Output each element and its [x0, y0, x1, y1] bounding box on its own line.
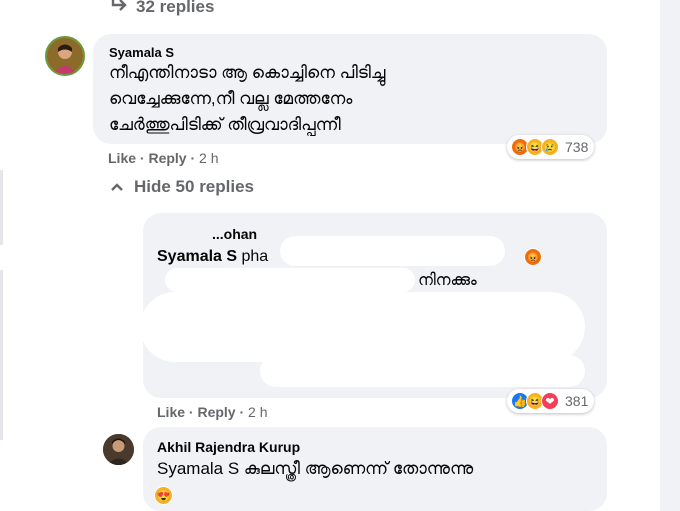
reply-text-fragment: നിനക്കും [418, 272, 477, 289]
left-panel-edge [0, 170, 3, 245]
sad-reaction-icon: 😢 [541, 138, 559, 156]
reply-button[interactable]: Reply [148, 150, 186, 166]
reply-author[interactable]: ...ohan [212, 226, 257, 242]
reply-arrow-icon [110, 0, 128, 17]
reply-author[interactable]: Akhil Rajendra Kurup [157, 439, 300, 455]
redaction-mark [140, 292, 585, 362]
redaction-mark [165, 268, 415, 292]
reply-button[interactable]: Reply [197, 404, 235, 420]
comment-actions: Like · Reply · 2 h [108, 150, 219, 166]
angry-emoji-icon: 😡 [524, 248, 542, 266]
reaction-count: 381 [565, 393, 589, 409]
redaction-mark [260, 355, 585, 387]
heart-eyes-emoji-icon: 😍 [154, 486, 173, 505]
redaction-mark [280, 236, 505, 266]
reply-text: Syamala S കുലസ്ത്രീ ആണെന്ന് തോന്നുന്നു [157, 459, 474, 478]
comment-time[interactable]: 2 h [248, 404, 267, 420]
mention-tag[interactable]: Syamala S [157, 248, 237, 265]
reply-text-line: Syamala S pha [157, 248, 269, 265]
reaction-summary[interactable]: 👍 😆 ❤ 381 [507, 389, 595, 413]
comment-author[interactable]: Syamala S [109, 45, 174, 60]
hide-replies-label: Hide 50 replies [134, 177, 255, 196]
love-reaction-icon: ❤ [541, 392, 559, 410]
reaction-count: 738 [565, 139, 589, 155]
reply-actions: Like · Reply · 2 h [157, 404, 268, 420]
comment-time[interactable]: 2 h [199, 150, 218, 166]
chevron-up-icon [110, 177, 124, 197]
left-panel-edge [0, 270, 3, 440]
reaction-summary[interactable]: 😡 😆 😢 738 [507, 135, 595, 159]
like-button[interactable]: Like [157, 404, 185, 420]
comment-text-line: നീഎന്തിനാടാ ആ കൊച്ചിനെ പിടിച്ചു [109, 63, 386, 82]
view-replies-link[interactable]: 32 replies [110, 0, 214, 17]
avatar[interactable] [103, 434, 134, 465]
comment-text-line: വെച്ചേക്കുന്നേ,നീ വല്ല മേത്തനേം [109, 89, 353, 108]
right-panel-edge [660, 0, 680, 511]
like-button[interactable]: Like [108, 150, 136, 166]
avatar[interactable] [45, 36, 85, 76]
hide-replies-link[interactable]: Hide 50 replies [110, 177, 254, 197]
view-replies-label: 32 replies [136, 0, 215, 16]
comment-text-line: ചേർത്തുപിടിക്ക് തീവ്രവാദിപ്പന്നീ [109, 115, 341, 134]
